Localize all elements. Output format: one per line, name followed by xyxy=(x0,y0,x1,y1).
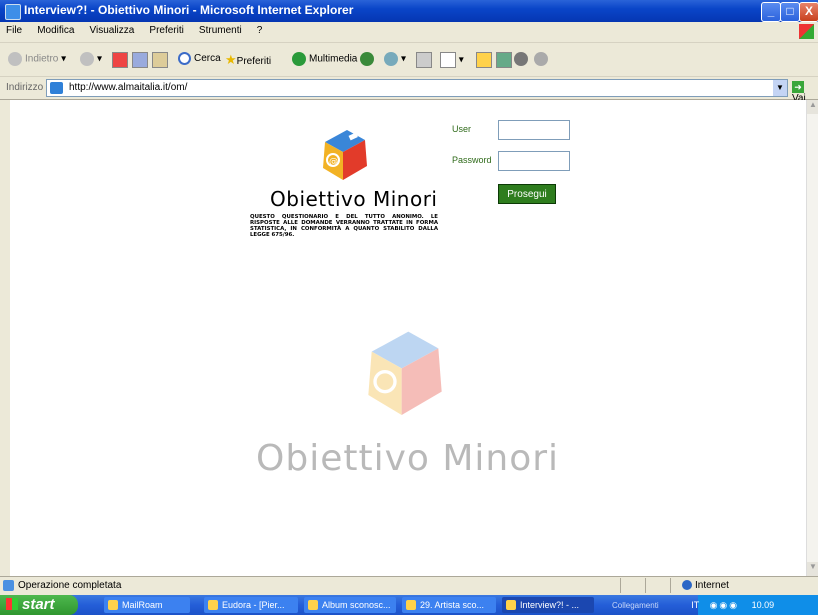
user-input[interactable] xyxy=(498,120,570,140)
status-divider xyxy=(670,578,671,593)
address-bar: Indirizzo http://www.almaitalia.it/om/ ▼… xyxy=(0,77,818,104)
done-page-icon xyxy=(3,580,14,591)
search-button[interactable]: Cerca xyxy=(178,52,221,65)
home-icon xyxy=(152,52,168,68)
favorites-button[interactable]: ★Preferiti xyxy=(225,52,271,68)
forward-arrow-icon xyxy=(80,52,94,66)
tray-icons[interactable]: ◉◉◉ xyxy=(710,600,740,610)
address-input[interactable]: http://www.almaitalia.it/om/ ▼ xyxy=(46,79,788,97)
refresh-button[interactable] xyxy=(132,52,148,68)
ie-icon xyxy=(5,4,21,20)
chevron-down-icon[interactable]: ▼ xyxy=(773,80,787,96)
history-icon xyxy=(360,52,374,66)
status-divider xyxy=(645,578,646,593)
security-zone: Internet xyxy=(682,580,729,591)
discuss-button[interactable] xyxy=(534,52,551,66)
multimedia-icon xyxy=(292,52,306,66)
task-artista[interactable]: 29. Artista sco... xyxy=(402,597,496,613)
menu-visualizza[interactable]: Visualizza xyxy=(84,22,141,36)
password-label: Password xyxy=(452,155,492,165)
system-tray: Collegamenti IT ◉◉◉ 10.09 xyxy=(612,595,818,615)
star-icon: ★ xyxy=(225,52,237,67)
taskbar: start MailRoam Eudora - [Pier... Album s… xyxy=(0,595,818,615)
maximize-button[interactable]: □ xyxy=(780,2,800,22)
windows-logo-icon xyxy=(799,24,814,39)
user-label: User xyxy=(452,124,472,134)
folder-icon xyxy=(308,600,318,610)
status-bar: Operazione completata Internet xyxy=(0,576,818,595)
vertical-scrollbar[interactable]: ▲ ▼ xyxy=(806,100,818,576)
research-button[interactable] xyxy=(514,52,531,66)
menu-file[interactable]: File xyxy=(0,22,28,36)
close-button[interactable]: X xyxy=(799,2,818,22)
media-icon xyxy=(406,600,416,610)
prosegui-button[interactable]: Prosegui xyxy=(498,184,556,204)
menu-preferiti[interactable]: Preferiti xyxy=(143,22,189,36)
back-arrow-icon xyxy=(8,52,22,66)
mail-button[interactable]: ▾ xyxy=(384,52,406,66)
discuss-icon xyxy=(534,52,548,66)
address-url: http://www.almaitalia.it/om/ xyxy=(69,82,188,93)
address-label: Indirizzo xyxy=(6,82,44,93)
minimize-button[interactable]: _ xyxy=(761,2,781,22)
window-title: Interview?! - Obiettivo Minori - Microso… xyxy=(24,3,354,17)
logo-title: Obiettivo Minori xyxy=(270,187,438,211)
password-input[interactable] xyxy=(498,151,570,171)
status-text: Operazione completata xyxy=(18,580,122,591)
task-eudora[interactable]: Eudora - [Pier... xyxy=(204,597,298,613)
edit-icon xyxy=(440,52,456,68)
eudora-icon xyxy=(208,600,218,610)
windows-flag-icon xyxy=(6,598,18,610)
start-button[interactable]: start xyxy=(0,595,78,615)
go-arrow-icon: ➜ xyxy=(792,81,804,93)
menu-modifica[interactable]: Modifica xyxy=(31,22,80,36)
search-icon xyxy=(178,52,191,65)
stop-button[interactable] xyxy=(112,52,128,68)
research-icon xyxy=(514,52,528,66)
scroll-down-icon[interactable]: ▼ xyxy=(807,562,818,576)
back-button[interactable]: Indietro ▾ xyxy=(8,52,66,66)
messenger-icon xyxy=(496,52,512,68)
ie-icon xyxy=(506,600,516,610)
task-interview[interactable]: Interview?! - ... xyxy=(502,597,594,613)
watermark-title: Obiettivo Minori xyxy=(256,438,560,479)
clock[interactable]: 10.09 xyxy=(752,600,775,610)
mailroam-icon xyxy=(108,600,118,610)
history-button[interactable] xyxy=(360,52,377,66)
language-indicator[interactable]: IT xyxy=(691,600,699,610)
menu-help[interactable]: ? xyxy=(251,22,269,36)
edit-button[interactable]: ▾ xyxy=(440,52,464,68)
task-mailroam[interactable]: MailRoam xyxy=(104,597,190,613)
menu-bar: File Modifica Visualizza Preferiti Strum… xyxy=(0,22,818,43)
scroll-up-icon[interactable]: ▲ xyxy=(807,100,818,114)
home-button[interactable] xyxy=(152,52,168,68)
folder-button[interactable] xyxy=(476,52,492,68)
page-icon xyxy=(50,82,63,94)
globe-icon xyxy=(682,580,692,591)
status-divider xyxy=(620,578,621,593)
messenger-button[interactable] xyxy=(496,52,512,68)
left-frame xyxy=(0,100,10,576)
title-bar[interactable]: Interview?! - Obiettivo Minori - Microso… xyxy=(0,0,818,22)
forward-button[interactable]: ▾ xyxy=(80,52,102,66)
toolbar: Indietro ▾ ▾ Cerca ★Preferiti Multimedia… xyxy=(0,43,818,77)
task-album[interactable]: Album sconosc... xyxy=(304,597,396,613)
stop-icon xyxy=(112,52,128,68)
menu-strumenti[interactable]: Strumenti xyxy=(193,22,248,36)
print-button[interactable] xyxy=(416,52,432,68)
refresh-icon xyxy=(132,52,148,68)
logo-cube-icon: @ xyxy=(323,130,367,180)
privacy-disclaimer: QUESTO QUESTIONARIO E DEL TUTTO ANONIMO.… xyxy=(250,214,438,238)
folder-icon xyxy=(476,52,492,68)
print-icon xyxy=(416,52,432,68)
collegamenti-toolbar[interactable]: Collegamenti xyxy=(612,601,659,610)
watermark-cube-icon xyxy=(368,331,442,415)
mail-icon xyxy=(384,52,398,66)
svg-text:@: @ xyxy=(329,157,338,167)
multimedia-button[interactable]: Multimedia xyxy=(292,52,357,66)
